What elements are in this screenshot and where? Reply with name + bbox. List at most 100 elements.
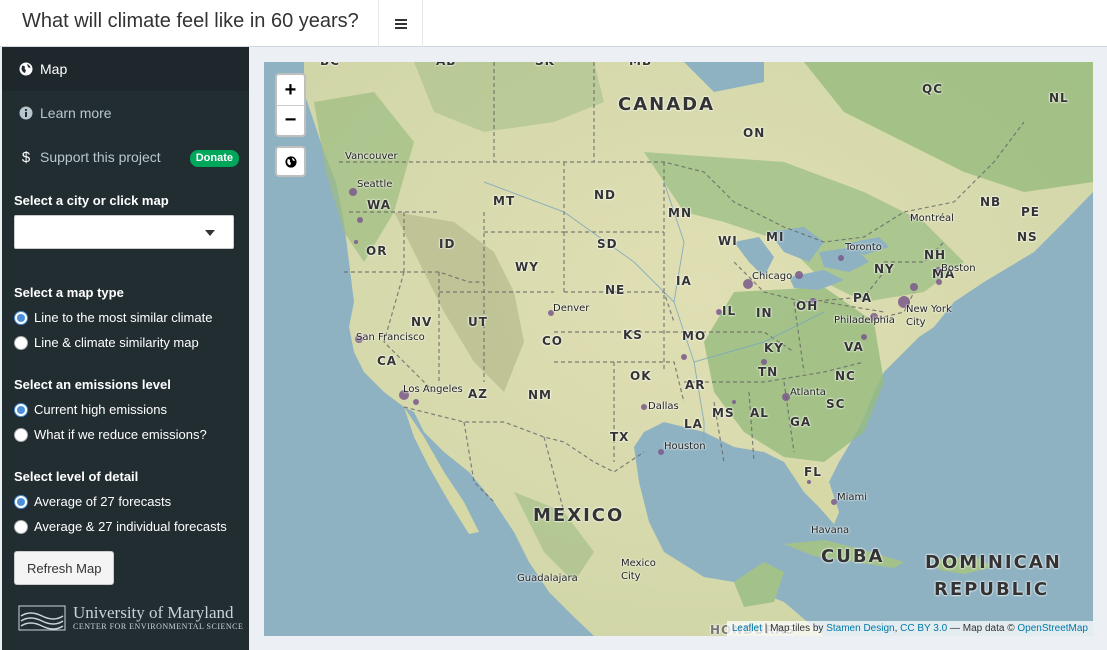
- state-label: KS: [623, 328, 643, 342]
- state-label: QC: [922, 82, 944, 96]
- city-label: Vancouver: [345, 151, 398, 162]
- state-label: GA: [790, 415, 812, 429]
- globe-icon: [17, 62, 35, 76]
- emissions-option-high[interactable]: Current high emissions: [2, 397, 249, 422]
- radio-label: Line & climate similarity map: [34, 335, 199, 350]
- radio-button[interactable]: [14, 494, 28, 509]
- state-label: NC: [835, 369, 856, 383]
- city-label: Chicago: [752, 271, 793, 282]
- state-label: MS: [712, 406, 735, 420]
- sidebar-item-support[interactable]: $ Support this project Donate: [2, 135, 249, 179]
- city-label: Los Angeles: [403, 384, 463, 395]
- sidebar-item-learn-more[interactable]: Learn more: [2, 91, 249, 135]
- osm-link[interactable]: OpenStreetMap: [1017, 623, 1088, 634]
- reset-view-button[interactable]: [275, 146, 306, 177]
- map-type-label: Select a map type: [14, 285, 124, 300]
- sidebar-toggle-button[interactable]: [378, 0, 423, 47]
- state-label: TN: [758, 365, 779, 379]
- state-label: MB: [629, 62, 652, 68]
- umces-logo: University of Maryland CENTER FOR ENVIRO…: [18, 604, 243, 632]
- radio-button[interactable]: [14, 310, 28, 325]
- country-label: CUBA: [821, 546, 885, 567]
- logo-line-2: CENTER FOR ENVIRONMENTAL SCIENCE: [73, 622, 244, 631]
- state-label: SD: [597, 237, 618, 251]
- radio-button[interactable]: [14, 519, 28, 534]
- country-label: DOMINICAN: [925, 552, 1062, 573]
- city-label: Seattle: [357, 179, 393, 190]
- radio-button[interactable]: [14, 402, 28, 417]
- state-label: WA: [367, 198, 391, 212]
- radio-button[interactable]: [14, 335, 28, 350]
- state-label: NB: [980, 195, 1002, 209]
- state-label: AZ: [468, 387, 488, 401]
- city-label: Boston: [941, 263, 976, 274]
- state-label: AR: [685, 378, 706, 392]
- city-label: Havana: [811, 525, 850, 536]
- state-label: MI: [766, 230, 785, 244]
- city-label: Atlanta: [790, 387, 826, 398]
- city-label: Montréal: [910, 213, 954, 224]
- country-label: CANADA: [618, 94, 716, 115]
- sidebar-item-label: Support this project: [40, 149, 161, 165]
- refresh-map-button[interactable]: Refresh Map: [14, 551, 115, 585]
- emissions-option-reduce[interactable]: What if we reduce emissions?: [2, 422, 249, 447]
- top-header: What will climate feel like in 60 years?: [0, 0, 1107, 47]
- state-label: OH: [796, 299, 819, 313]
- umces-wave-icon: [18, 605, 66, 631]
- state-label: PA: [853, 291, 872, 305]
- city-select[interactable]: [14, 215, 234, 249]
- state-label: ID: [439, 237, 456, 251]
- radio-label: Current high emissions: [34, 402, 167, 417]
- state-label: TX: [610, 430, 630, 444]
- city-label: Mexico City: [621, 558, 656, 582]
- state-label: NY: [874, 262, 895, 276]
- map-type-option-line[interactable]: Line to the most similar climate: [2, 305, 249, 330]
- state-label: MN: [668, 206, 692, 220]
- state-label: BC: [320, 62, 340, 68]
- sidebar-item-map[interactable]: Map: [2, 47, 249, 91]
- radio-button[interactable]: [14, 427, 28, 442]
- zoom-out-button[interactable]: −: [277, 105, 304, 135]
- zoom-in-button[interactable]: +: [277, 75, 304, 105]
- state-label: NS: [1017, 230, 1038, 244]
- map-attribution: Leaflet | Map tiles by Stamen Design, CC…: [726, 621, 1093, 636]
- city-label: San Francisco: [356, 332, 425, 343]
- map-type-option-similarity[interactable]: Line & climate similarity map: [2, 330, 249, 355]
- sidebar-item-label: Learn more: [40, 105, 112, 121]
- state-label: CO: [542, 334, 564, 348]
- state-label: IA: [676, 274, 692, 288]
- state-label: SK: [535, 62, 555, 68]
- city-label: Denver: [553, 303, 590, 314]
- city-label: Houston: [664, 441, 706, 452]
- state-label: FL: [804, 465, 822, 479]
- state-label: NL: [1049, 91, 1069, 105]
- country-label: REPUBLIC: [934, 579, 1050, 600]
- detail-option-individual[interactable]: Average & 27 individual forecasts: [2, 514, 249, 539]
- caret-down-icon: [205, 230, 215, 236]
- hamburger-icon: [394, 18, 407, 29]
- state-label: MT: [493, 194, 516, 208]
- app-title: What will climate feel like in 60 years?: [22, 10, 359, 32]
- attribution-text: — Map data ©: [949, 623, 1015, 634]
- detail-option-average[interactable]: Average of 27 forecasts: [2, 489, 249, 514]
- sidebar: Map Learn more $ Support this project Do…: [2, 47, 249, 650]
- radio-label: What if we reduce emissions?: [34, 427, 207, 442]
- donate-badge[interactable]: Donate: [189, 150, 239, 167]
- basemap: [264, 62, 1093, 636]
- state-label: ND: [594, 188, 617, 202]
- city-label: New York City: [906, 304, 952, 328]
- radio-label: Average of 27 forecasts: [34, 494, 172, 509]
- state-label: NM: [528, 388, 552, 402]
- state-label: IL: [722, 304, 737, 318]
- leaflet-link[interactable]: Leaflet: [732, 623, 762, 634]
- zoom-control: + −: [275, 73, 306, 137]
- license-link[interactable]: CC BY 3.0: [900, 623, 947, 634]
- dollar-icon: $: [21, 148, 31, 166]
- globe-icon: [284, 155, 297, 168]
- stamen-link[interactable]: Stamen Design: [826, 623, 894, 634]
- state-label: AL: [750, 406, 769, 420]
- map-canvas[interactable]: CANADA MEXICO CUBA DOMINICAN REPUBLIC HO…: [264, 62, 1093, 636]
- state-label: VA: [844, 340, 864, 354]
- state-label: NH: [924, 248, 947, 262]
- info-icon: [17, 106, 35, 120]
